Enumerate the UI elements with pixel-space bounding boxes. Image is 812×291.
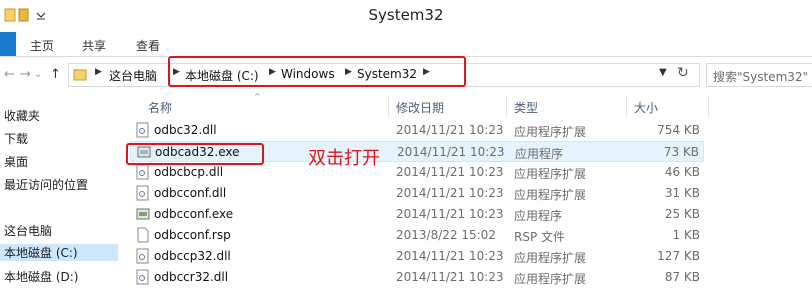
file-date: 2014/11/21 10:23 (396, 186, 504, 200)
file-date: 2014/11/21 10:23 (396, 270, 504, 284)
file-type: 应用程序扩展 (514, 125, 587, 139)
sidebar-item-desktop[interactable]: 桌面 (4, 153, 28, 170)
file-date: 2014/11/21 10:23 (396, 207, 504, 221)
refresh-icon[interactable]: ↻ (677, 65, 689, 81)
window-title: System32 (368, 6, 444, 24)
file-type: 应用程序扩展 (514, 167, 587, 181)
column-header-size[interactable]: 大小 (634, 99, 658, 116)
sidebar-item-downloads[interactable]: 下载 (4, 130, 28, 147)
chevron-right-icon[interactable]: ▶ (95, 67, 102, 77)
column-divider[interactable] (708, 95, 709, 117)
forward-button[interactable]: → (20, 67, 31, 82)
tab-share[interactable]: 共享 (82, 37, 106, 54)
file-type: 应用程序 (515, 147, 564, 161)
file-icon (137, 227, 149, 243)
file-type: RSP 文件 (514, 230, 566, 244)
column-header-type[interactable]: 类型 (514, 99, 538, 116)
file-type: 应用程序扩展 (514, 251, 587, 265)
file-type: 应用程序扩展 (514, 272, 587, 286)
sidebar-item-local-disk-d[interactable]: 本地磁盘 (D:) (4, 268, 78, 285)
recent-locations-button[interactable]: ⌄ (34, 69, 42, 80)
file-date: 2014/11/21 10:23 (396, 123, 504, 137)
up-button[interactable]: ↑ (50, 67, 61, 82)
dll-icon (136, 269, 149, 285)
address-highlight-box (168, 56, 466, 87)
chevron-down-icon[interactable]: ▼ (659, 67, 667, 78)
dll-icon (136, 185, 149, 201)
exe-icon (136, 208, 150, 220)
file-row[interactable]: odbcconf.exe 2014/11/21 10:23 应用程序 25 KB (130, 204, 704, 225)
file-size: 87 KB (664, 270, 700, 284)
file-name: odbcconf.dll (154, 186, 227, 200)
title-bar: System32 (0, 0, 812, 32)
tab-view[interactable]: 查看 (136, 37, 160, 54)
sidebar-item-local-disk-c[interactable]: 本地磁盘 (C:) (0, 244, 118, 261)
file-name: odbccr32.dll (154, 270, 229, 284)
file-type: 应用程序 (514, 209, 563, 223)
file-size: 73 KB (663, 145, 699, 159)
file-type: 应用程序扩展 (514, 188, 587, 202)
sort-indicator-icon: ^ (254, 92, 261, 101)
file-name: odbc32.dll (154, 123, 217, 137)
search-box[interactable]: 搜索"System32" (706, 63, 812, 87)
file-row[interactable]: odbccr32.dll 2014/11/21 10:23 应用程序扩展 87 … (130, 267, 704, 288)
sidebar-item-recent-places[interactable]: 最近访问的位置 (4, 176, 88, 193)
file-date: 2014/11/21 10:23 (396, 165, 504, 179)
dll-icon (136, 248, 149, 264)
column-divider[interactable] (388, 95, 389, 117)
sidebar-item-favorites[interactable]: 收藏夹 (4, 107, 40, 124)
column-divider[interactable] (506, 95, 507, 117)
column-divider[interactable] (626, 95, 627, 117)
file-name: odbcconf.rsp (154, 228, 231, 242)
column-header-row: 名称 ^ 修改日期 类型 大小 (130, 92, 712, 117)
sidebar-item-this-pc[interactable]: 这台电脑 (4, 222, 52, 239)
file-tab[interactable] (0, 32, 16, 56)
file-name: odbcconf.exe (154, 207, 234, 221)
folder-icon (73, 69, 87, 81)
file-row[interactable]: odbcconf.dll 2014/11/21 10:23 应用程序扩展 31 … (130, 183, 704, 204)
file-date: 2014/11/21 10:23 (397, 145, 505, 159)
tab-home[interactable]: 主页 (30, 37, 54, 54)
file-size: 46 KB (664, 165, 700, 179)
file-size: 31 KB (664, 186, 700, 200)
file-size: 127 KB (657, 249, 700, 263)
ribbon: 主页 共享 查看 (0, 32, 812, 57)
dll-icon (136, 122, 149, 138)
annotation-label: 双击打开 (308, 148, 380, 169)
dll-icon (136, 164, 149, 180)
file-row[interactable]: odbcconf.rsp 2013/8/22 15:02 RSP 文件 1 KB (130, 225, 704, 246)
file-date: 2014/11/21 10:23 (396, 249, 504, 263)
navigation-pane: 收藏夹 下载 桌面 最近访问的位置 这台电脑 本地磁盘 (C:) 本地磁盘 (D… (0, 95, 118, 291)
search-input[interactable]: 搜索"System32" (713, 68, 808, 85)
file-name: odbccp32.dll (154, 249, 231, 263)
file-size: 25 KB (664, 207, 700, 221)
file-row[interactable]: odbc32.dll 2014/11/21 10:23 应用程序扩展 754 K… (130, 120, 704, 141)
file-size: 754 KB (657, 123, 700, 137)
file-size: 1 KB (672, 228, 700, 242)
file-name: odbcbcp.dll (154, 165, 224, 179)
back-button[interactable]: ← (4, 67, 15, 82)
file-highlight-box (126, 143, 264, 165)
file-date: 2013/8/22 15:02 (396, 228, 496, 242)
column-header-name[interactable]: 名称 (148, 99, 172, 116)
file-row[interactable]: odbccp32.dll 2014/11/21 10:23 应用程序扩展 127… (130, 246, 704, 267)
breadcrumb-this-pc[interactable]: 这台电脑 (109, 67, 157, 84)
column-header-date[interactable]: 修改日期 (396, 99, 444, 116)
file-row[interactable]: odbcbcp.dll 2014/11/21 10:23 应用程序扩展 46 K… (130, 162, 704, 183)
